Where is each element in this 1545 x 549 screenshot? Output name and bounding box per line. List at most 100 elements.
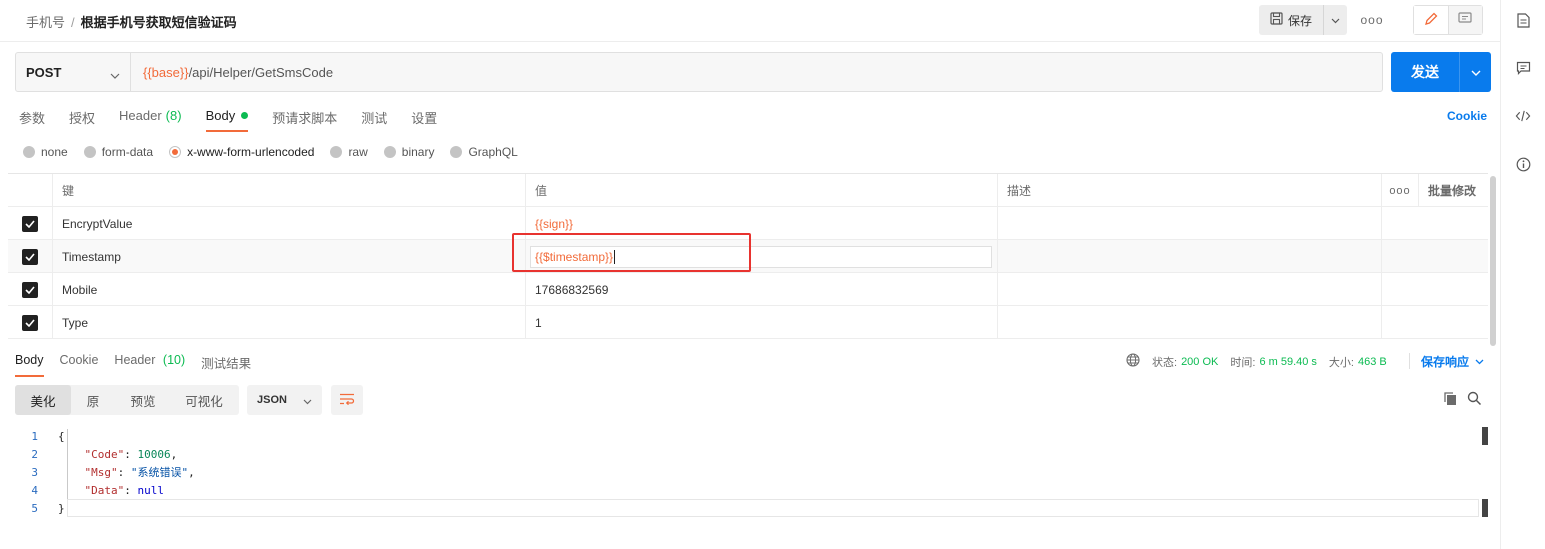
body-type-none[interactable]: none <box>23 145 68 159</box>
tab-headers-count: (8) <box>165 108 182 123</box>
comment-icon[interactable] <box>1515 60 1531 76</box>
response-tab-cookie[interactable]: Cookie <box>60 353 99 377</box>
request-title[interactable]: 根据手机号获取短信验证码 <box>81 15 237 30</box>
comment-mode-button[interactable] <box>1448 6 1482 34</box>
table-scrollbar[interactable] <box>1490 176 1496 346</box>
annotation-highlight-box <box>512 233 751 272</box>
view-raw-button[interactable]: 原 <box>71 385 115 415</box>
pencil-icon <box>1424 12 1438 29</box>
param-description[interactable] <box>998 207 1382 240</box>
json-brace: } <box>58 501 65 515</box>
body-type-graphql[interactable]: GraphQL <box>450 145 518 159</box>
code-icon[interactable] <box>1515 108 1531 124</box>
more-actions-button[interactable]: ooo <box>1360 10 1384 30</box>
info-icon[interactable] <box>1515 156 1531 172</box>
wrap-lines-button[interactable] <box>331 385 363 415</box>
tab-params[interactable]: 参数 <box>19 104 45 132</box>
param-key[interactable]: Mobile <box>52 273 526 306</box>
bulk-edit-button[interactable]: 批量修改 <box>1419 174 1488 207</box>
body-type-label: form-data <box>101 145 154 159</box>
code-text: "Msg": "系统错误", <box>84 466 195 479</box>
radio-button <box>330 146 343 158</box>
chevron-down-icon <box>303 396 312 408</box>
url-bar: POST {{base}}/api/Helper/GetSmsCode <box>15 52 1383 92</box>
search-icon[interactable] <box>1467 391 1482 409</box>
body-type-urlencoded[interactable]: x-www-form-urlencoded <box>169 145 314 159</box>
tab-settings[interactable]: 设置 <box>411 104 437 132</box>
param-description[interactable] <box>998 306 1382 339</box>
table-header-row: 键 值 描述 ooo 批量修改 <box>8 174 1488 207</box>
response-tabs: Body Cookie Header (10) 测试结果 <box>15 353 267 377</box>
param-key[interactable]: Timestamp <box>52 240 526 273</box>
save-response-button[interactable]: 保存响应 <box>1409 353 1484 369</box>
tab-headers[interactable]: Header (8) <box>119 104 182 132</box>
response-format-select[interactable]: JSON <box>247 385 322 415</box>
json-brace: { <box>58 429 65 443</box>
row-checkbox[interactable] <box>22 314 38 331</box>
json-null: null <box>137 483 165 497</box>
code-line: 5} <box>0 499 1490 517</box>
code-scrollbar[interactable] <box>1482 427 1488 517</box>
breadcrumb-parent[interactable]: 手机号 <box>26 15 65 30</box>
code-line: 4 "Data": null <box>0 481 1490 499</box>
json-number: 10006 <box>137 447 171 461</box>
title-bar: 手机号 / 根据手机号获取短信验证码 保存 ooo <box>0 0 1500 42</box>
json-key: "Msg" <box>84 466 118 479</box>
response-tab-body[interactable]: Body <box>15 353 44 377</box>
column-options-button[interactable]: ooo <box>1382 174 1419 207</box>
scroll-thumb[interactable] <box>1482 427 1488 445</box>
send-button[interactable]: 发送 <box>1391 52 1459 92</box>
tab-prerequest-script[interactable]: 预请求脚本 <box>272 104 337 132</box>
save-options-button[interactable] <box>1323 5 1347 35</box>
tab-body[interactable]: Body <box>205 104 249 132</box>
view-pretty-button[interactable]: 美化 <box>15 385 71 415</box>
column-header-key: 键 <box>52 174 526 207</box>
body-type-label: x-www-form-urlencoded <box>187 145 315 159</box>
param-description[interactable] <box>998 273 1382 306</box>
breadcrumb: 手机号 / 根据手机号获取短信验证码 <box>26 12 237 31</box>
line-number: 3 <box>31 465 38 479</box>
response-tab-headers[interactable]: Header (10) <box>114 353 185 377</box>
time-label: 时间: <box>1230 356 1256 369</box>
copy-icon[interactable] <box>1443 391 1458 409</box>
tab-auth[interactable]: 授权 <box>69 104 95 132</box>
send-options-button[interactable] <box>1459 52 1491 92</box>
body-type-binary[interactable]: binary <box>383 145 434 159</box>
size-value[interactable]: 463 B <box>1358 356 1387 368</box>
url-input[interactable]: {{base}}/api/Helper/GetSmsCode <box>131 53 333 91</box>
document-icon[interactable] <box>1515 12 1531 28</box>
request-editor: 手机号 / 根据手机号获取短信验证码 保存 ooo POST {{base}} … <box>0 0 1500 549</box>
view-preview-button[interactable]: 预览 <box>115 385 171 415</box>
time-value[interactable]: 6 m 59.40 s <box>1259 356 1316 368</box>
scroll-thumb[interactable] <box>1482 499 1488 517</box>
response-body-code[interactable]: 1{ 2 "Code": 10006, 3 "Msg": "系统错误", 4 "… <box>0 427 1490 527</box>
param-key[interactable]: Type <box>52 306 526 339</box>
body-type-form-data[interactable]: form-data <box>83 145 154 159</box>
view-visualize-button[interactable]: 可视化 <box>171 385 237 415</box>
param-key[interactable]: EncryptValue <box>52 207 526 240</box>
param-value[interactable]: 17686832569 <box>526 273 998 306</box>
cookie-link[interactable]: Cookie <box>1447 109 1487 123</box>
code-text: "Code": 10006, <box>84 447 178 461</box>
row-spacer <box>1382 273 1419 306</box>
format-label: JSON <box>257 394 287 406</box>
status-value[interactable]: 200 OK <box>1181 356 1218 368</box>
row-checkbox[interactable] <box>22 215 38 232</box>
request-tabs: 参数 授权 Header (8) Body 预请求脚本 测试 设置 <box>19 104 461 132</box>
row-checkbox[interactable] <box>22 248 38 265</box>
edit-mode-button[interactable] <box>1414 6 1449 34</box>
globe-icon[interactable] <box>1126 353 1140 370</box>
tab-tests[interactable]: 测试 <box>361 104 387 132</box>
response-view-toggle: 美化 原 预览 可视化 <box>15 385 239 415</box>
save-button[interactable]: 保存 <box>1259 5 1323 35</box>
response-tab-test-results[interactable]: 测试结果 <box>201 353 251 377</box>
row-checkbox[interactable] <box>22 281 38 298</box>
param-value[interactable]: 1 <box>526 306 998 339</box>
body-type-label: raw <box>348 145 368 159</box>
method-select[interactable]: POST <box>16 53 131 91</box>
body-type-raw[interactable]: raw <box>330 145 368 159</box>
radio-button-checked <box>169 146 182 158</box>
radio-button <box>383 146 396 158</box>
send-group: 发送 <box>1391 52 1491 92</box>
param-description[interactable] <box>998 240 1382 273</box>
